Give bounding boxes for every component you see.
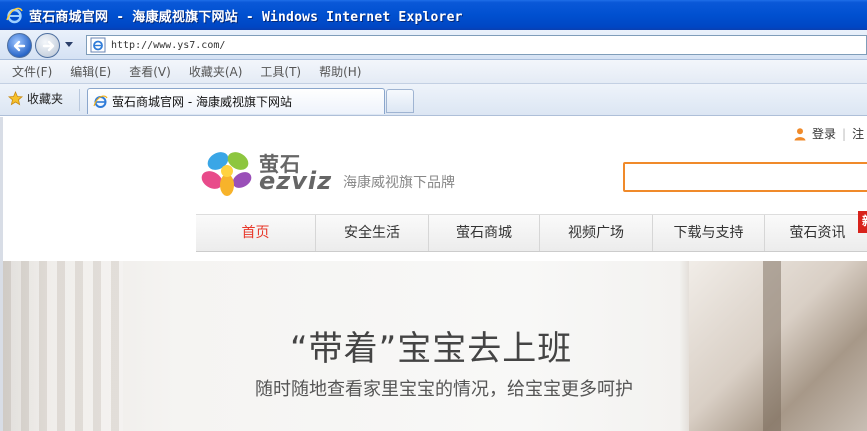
tab-separator [79,89,80,111]
site-search-input[interactable] [623,162,867,192]
title-bar: 萤石商城官网 - 海康威视旗下网站 - Windows Internet Exp… [0,0,867,30]
address-input[interactable] [111,39,811,51]
forward-button[interactable] [35,33,60,58]
nav-item-video-square[interactable]: 视频广场 [540,215,653,251]
history-dropdown-icon[interactable] [64,41,74,49]
nav-item-news-label: 萤石资讯 [789,225,846,241]
menu-bar: 文件(F) 编辑(E) 查看(V) 收藏夹(A) 工具(T) 帮助(H) [0,60,867,84]
main-nav: 首页 安全生活 萤石商城 视频广场 下载与支持 萤石资讯 新 [196,211,867,252]
tab-label: 萤石商城官网 - 海康威视旗下网站 [112,95,292,109]
login-link[interactable]: 登录 [812,125,836,142]
brand-tagline: 海康威视旗下品牌 [343,175,455,191]
menu-edit[interactable]: 编辑(E) [70,63,111,80]
register-link[interactable]: 注 [852,125,864,142]
ie-logo-icon [6,7,23,23]
window-title: 萤石商城官网 - 海康威视旗下网站 - Windows Internet Exp… [29,9,463,25]
hero-subline: 随时随地查看家里宝宝的情况，给宝宝更多呵护 [255,379,633,400]
favorites-label: 收藏夹 [27,92,64,106]
nav-item-download-support[interactable]: 下载与支持 [653,215,765,251]
forward-arrow-icon [42,40,54,51]
tab-bar: 收藏夹 萤石商城官网 - 海康威视旗下网站 [0,84,867,116]
ie-page-icon [90,37,106,53]
ezviz-logo[interactable]: 萤石 ezviz 海康威视旗下品牌 [200,145,480,201]
address-bar[interactable] [86,35,867,55]
star-icon [8,91,23,106]
account-links: 登录 | 注 [793,125,864,142]
link-divider: | [842,126,847,141]
menu-view[interactable]: 查看(V) [129,63,171,80]
nav-item-home[interactable]: 首页 [196,215,316,251]
ie-tab-icon [93,95,108,108]
favorites-button[interactable]: 收藏夹 [8,90,63,107]
menu-tools[interactable]: 工具(T) [260,63,301,80]
nav-item-store[interactable]: 萤石商城 [429,215,540,251]
nav-item-news[interactable]: 萤石资讯 新 [765,211,867,251]
user-icon [794,127,806,140]
brand-name-en: ezviz [259,167,333,195]
hero-headline: “带着”宝宝去上班 [290,329,573,369]
menu-favorites[interactable]: 收藏夹(A) [189,63,243,80]
back-arrow-icon [13,40,25,51]
hero-banner[interactable]: “带着”宝宝去上班 随时随地查看家里宝宝的情况，给宝宝更多呵护 [3,261,867,431]
menu-file[interactable]: 文件(F) [12,63,52,80]
menu-help[interactable]: 帮助(H) [319,63,361,80]
hero-window-frame [763,261,781,431]
nav-item-safe-life[interactable]: 安全生活 [316,215,429,251]
back-button[interactable] [7,33,32,58]
tab-active[interactable]: 萤石商城官网 - 海康威视旗下网站 [87,88,385,114]
web-page: 登录 | 注 萤石 ezviz 海康威视旗下品牌 首页 安全生活 萤石商城 视频… [0,117,867,431]
new-badge: 新 [858,211,867,233]
ezviz-logo-mark-icon [201,152,252,196]
new-tab-button[interactable] [386,89,414,113]
address-toolbar [0,30,867,60]
hero-curtain-image [3,261,123,431]
